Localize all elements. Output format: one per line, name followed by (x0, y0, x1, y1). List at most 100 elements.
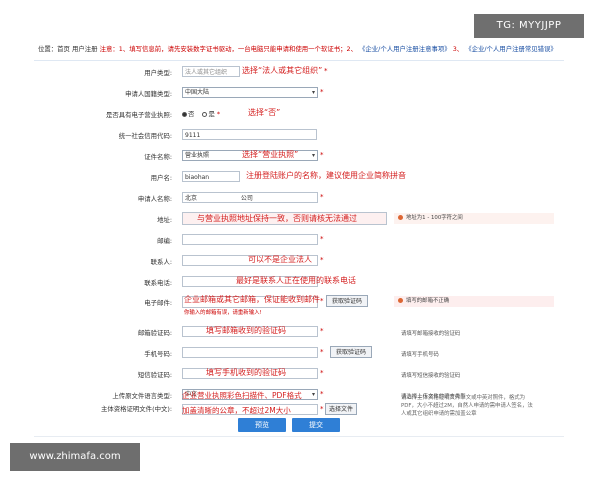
address-warning: 地址为1 - 100字符之间 (394, 213, 554, 224)
notice-bar: 位置：首页 用户注册 注意：1、填写信息前，请先安装数字证书驱动，一台电脑只能申… (34, 38, 564, 61)
warning-icon (398, 298, 403, 303)
label-contact: 联系人: (150, 258, 172, 266)
row-postcode: 邮编: * (34, 230, 564, 251)
row-mobile: 手机号码: * 获取验证码 请填写手机号码 (34, 343, 564, 364)
radio-yes[interactable] (202, 111, 208, 117)
radio-no-label: 否 (188, 110, 195, 118)
applicant-input[interactable]: 北京 公司 (182, 192, 318, 203)
label-applicant: 申请人名称: (137, 195, 172, 203)
required-mark: * (320, 235, 324, 243)
row-address: 地址: 与营业执照地址保持一致，否则请核无法通过 地址为1 - 100字符之间 (34, 209, 564, 230)
username-input[interactable]: biaohan (182, 171, 240, 182)
hint-subject-doc-3: 人或其它组织申请的需加盖公章 (401, 411, 477, 417)
anno-cert-name: 选择“营业执照” (242, 150, 299, 159)
label-license: 是否具有电子营业执照: (105, 111, 172, 119)
row-license: 是否具有电子营业执照: 否 是 * 选择“否” (34, 104, 564, 125)
notice-link-2[interactable]: 《企业/个人用户注册常见错误》 (465, 45, 557, 53)
anno-license: 选择“否” (248, 108, 281, 117)
get-email-code-button[interactable]: 获取验证码 (326, 295, 368, 307)
anno-subject-doc-2: 加盖清晰的公章，不超过2M大小 (182, 406, 291, 415)
row-subject-doc: 主体资格证明文件(中文): 企业营业执照彩色扫描件、PDF格式 加盖清晰的公章，… (34, 391, 564, 420)
email-warning: 填写的邮箱不正确 (394, 296, 554, 307)
required-mark: * (324, 67, 328, 75)
row-credit-code: 统一社会信用代码: 9111 (34, 125, 564, 146)
hint-email-code: 请填写邮箱接收的验证码 (401, 331, 461, 337)
row-sms-code: 短信验证码: 填写手机收到的验证码 * 请填写短信接收的验证码 (34, 364, 564, 385)
required-mark: * (320, 88, 324, 96)
chevron-down-icon: ▾ (311, 152, 315, 159)
row-username: 用户名: biaohan 注册登陆账户的名称，建议使用企业简称拼音 (34, 167, 564, 188)
row-user-type: 用户类型: 法人或其它组织 选择“法人或其它组织” * (34, 62, 564, 83)
required-mark: * (320, 193, 324, 201)
row-email: 电子邮件: 企业邮箱或其它邮箱，保证能收到邮件 你输入的邮箱有误，请重新输入! … (34, 292, 564, 320)
label-postcode: 邮编: (157, 237, 172, 245)
row-email-code: 邮箱验证码: 填写邮箱收到的验证码 * 请填写邮箱接收的验证码 (34, 322, 564, 343)
breadcrumb: 位置：首页 用户注册 (38, 45, 98, 53)
preview-button[interactable]: 预览 (238, 418, 286, 432)
registration-form: 位置：首页 用户注册 注意：1、填写信息前，请先安装数字证书驱动，一台电脑只能申… (34, 38, 564, 438)
required-mark: * (320, 256, 324, 264)
label-subject-doc: 主体资格证明文件(中文): (100, 405, 172, 413)
applicant-value-1: 北京 (185, 195, 198, 202)
anno-username: 注册登陆账户的名称，建议使用企业简称拼音 (246, 171, 406, 180)
hint-sms-code: 请填写短信接收的验证码 (401, 373, 461, 379)
required-mark: * (320, 405, 324, 413)
label-user-type: 用户类型: (144, 69, 172, 77)
label-sms-code: 短信验证码: (137, 371, 172, 379)
hint-mobile: 请填写手机号码 (401, 352, 439, 358)
label-phone: 联系电话: (144, 279, 172, 287)
notice-text: 注意：1、填写信息前，请先安装数字证书驱动，一台电脑只能申请和使用一个软证书；2… (99, 45, 357, 53)
label-address: 地址: (157, 216, 172, 224)
applicant-value-2: 公司 (240, 195, 253, 202)
user-type-input[interactable]: 法人或其它组织 (182, 66, 240, 77)
label-email: 电子邮件: (144, 299, 172, 307)
row-applicant: 申请人名称: 北京 公司 * (34, 188, 564, 209)
required-mark: * (320, 327, 324, 335)
anno-subject-doc-1: 企业营业执照彩色扫描件、PDF格式 (182, 391, 302, 400)
label-mobile: 手机号码: (144, 350, 172, 358)
label-cert-name: 证件名称: (144, 153, 172, 161)
chevron-down-icon: ▾ (311, 89, 315, 96)
anno-sms-code: 填写手机收到的验证码 (206, 368, 286, 377)
license-radio-group: 否 是 * (182, 109, 220, 118)
row-phone: 联系电话: 最好是联系人正在使用的联系电话 (34, 272, 564, 293)
country-select[interactable]: 中国大陆 ▾ (182, 87, 318, 98)
credit-code-input[interactable]: 9111 (182, 129, 317, 140)
required-mark: * (320, 348, 324, 356)
radio-yes-label: 是 (208, 110, 215, 118)
anno-contact: 可以不是企业法人 (248, 255, 312, 264)
anno-user-type: 选择“法人或其它组织” (242, 66, 323, 75)
address-warning-text: 地址为1 - 100字符之间 (406, 215, 463, 221)
row-contact: 联系人: 可以不是企业法人 * (34, 251, 564, 272)
row-country: 申请人国籍类型: 中国大陆 ▾ * (34, 83, 564, 104)
get-sms-code-button[interactable]: 获取验证码 (330, 346, 372, 358)
anno-address: 与营业执照地址保持一致，否则请核无法通过 (197, 214, 357, 223)
choose-file-button[interactable]: 选择文件 (325, 403, 357, 415)
hint-subject-doc-1: 请上传主体资格证明文件中文或中英对照件，格式为 (401, 395, 525, 401)
anno-email: 企业邮箱或其它邮箱，保证能收到邮件 (184, 295, 320, 304)
label-username: 用户名: (150, 174, 172, 182)
required-mark: * (320, 369, 324, 377)
notice-link-1[interactable]: 《企业/个人用户注册注意事项》 (359, 45, 451, 53)
mobile-input[interactable] (182, 347, 318, 358)
email-error-text: 你输入的邮箱有误，请重新输入! (184, 310, 262, 316)
hint-subject-doc-2: PDF，大小不超过2M，自然人申请的需申请人签名，法 (401, 403, 533, 409)
site-watermark: www.zhimafa.com (10, 443, 140, 471)
label-credit-code: 统一社会信用代码: (118, 132, 172, 140)
anno-email-code: 填写邮箱收到的验证码 (206, 326, 286, 335)
notice-num-3: 3、 (452, 45, 464, 53)
label-country: 申请人国籍类型: (125, 90, 172, 98)
cert-name-value: 营业执照 (185, 152, 210, 159)
telegram-watermark: TG: MYYJJPP (474, 14, 584, 38)
required-mark: * (320, 297, 324, 305)
country-value: 中国大陆 (185, 89, 210, 96)
submit-button[interactable]: 提交 (292, 418, 340, 432)
required-mark: * (320, 151, 324, 159)
radio-no[interactable] (182, 111, 187, 117)
warning-icon (398, 215, 403, 220)
anno-phone: 最好是联系人正在使用的联系电话 (236, 276, 356, 285)
divider (34, 436, 564, 437)
label-email-code: 邮箱验证码: (137, 329, 172, 337)
postcode-input[interactable] (182, 234, 318, 245)
row-cert-name: 证件名称: 营业执照 ▾ 选择“营业执照” * (34, 146, 564, 167)
